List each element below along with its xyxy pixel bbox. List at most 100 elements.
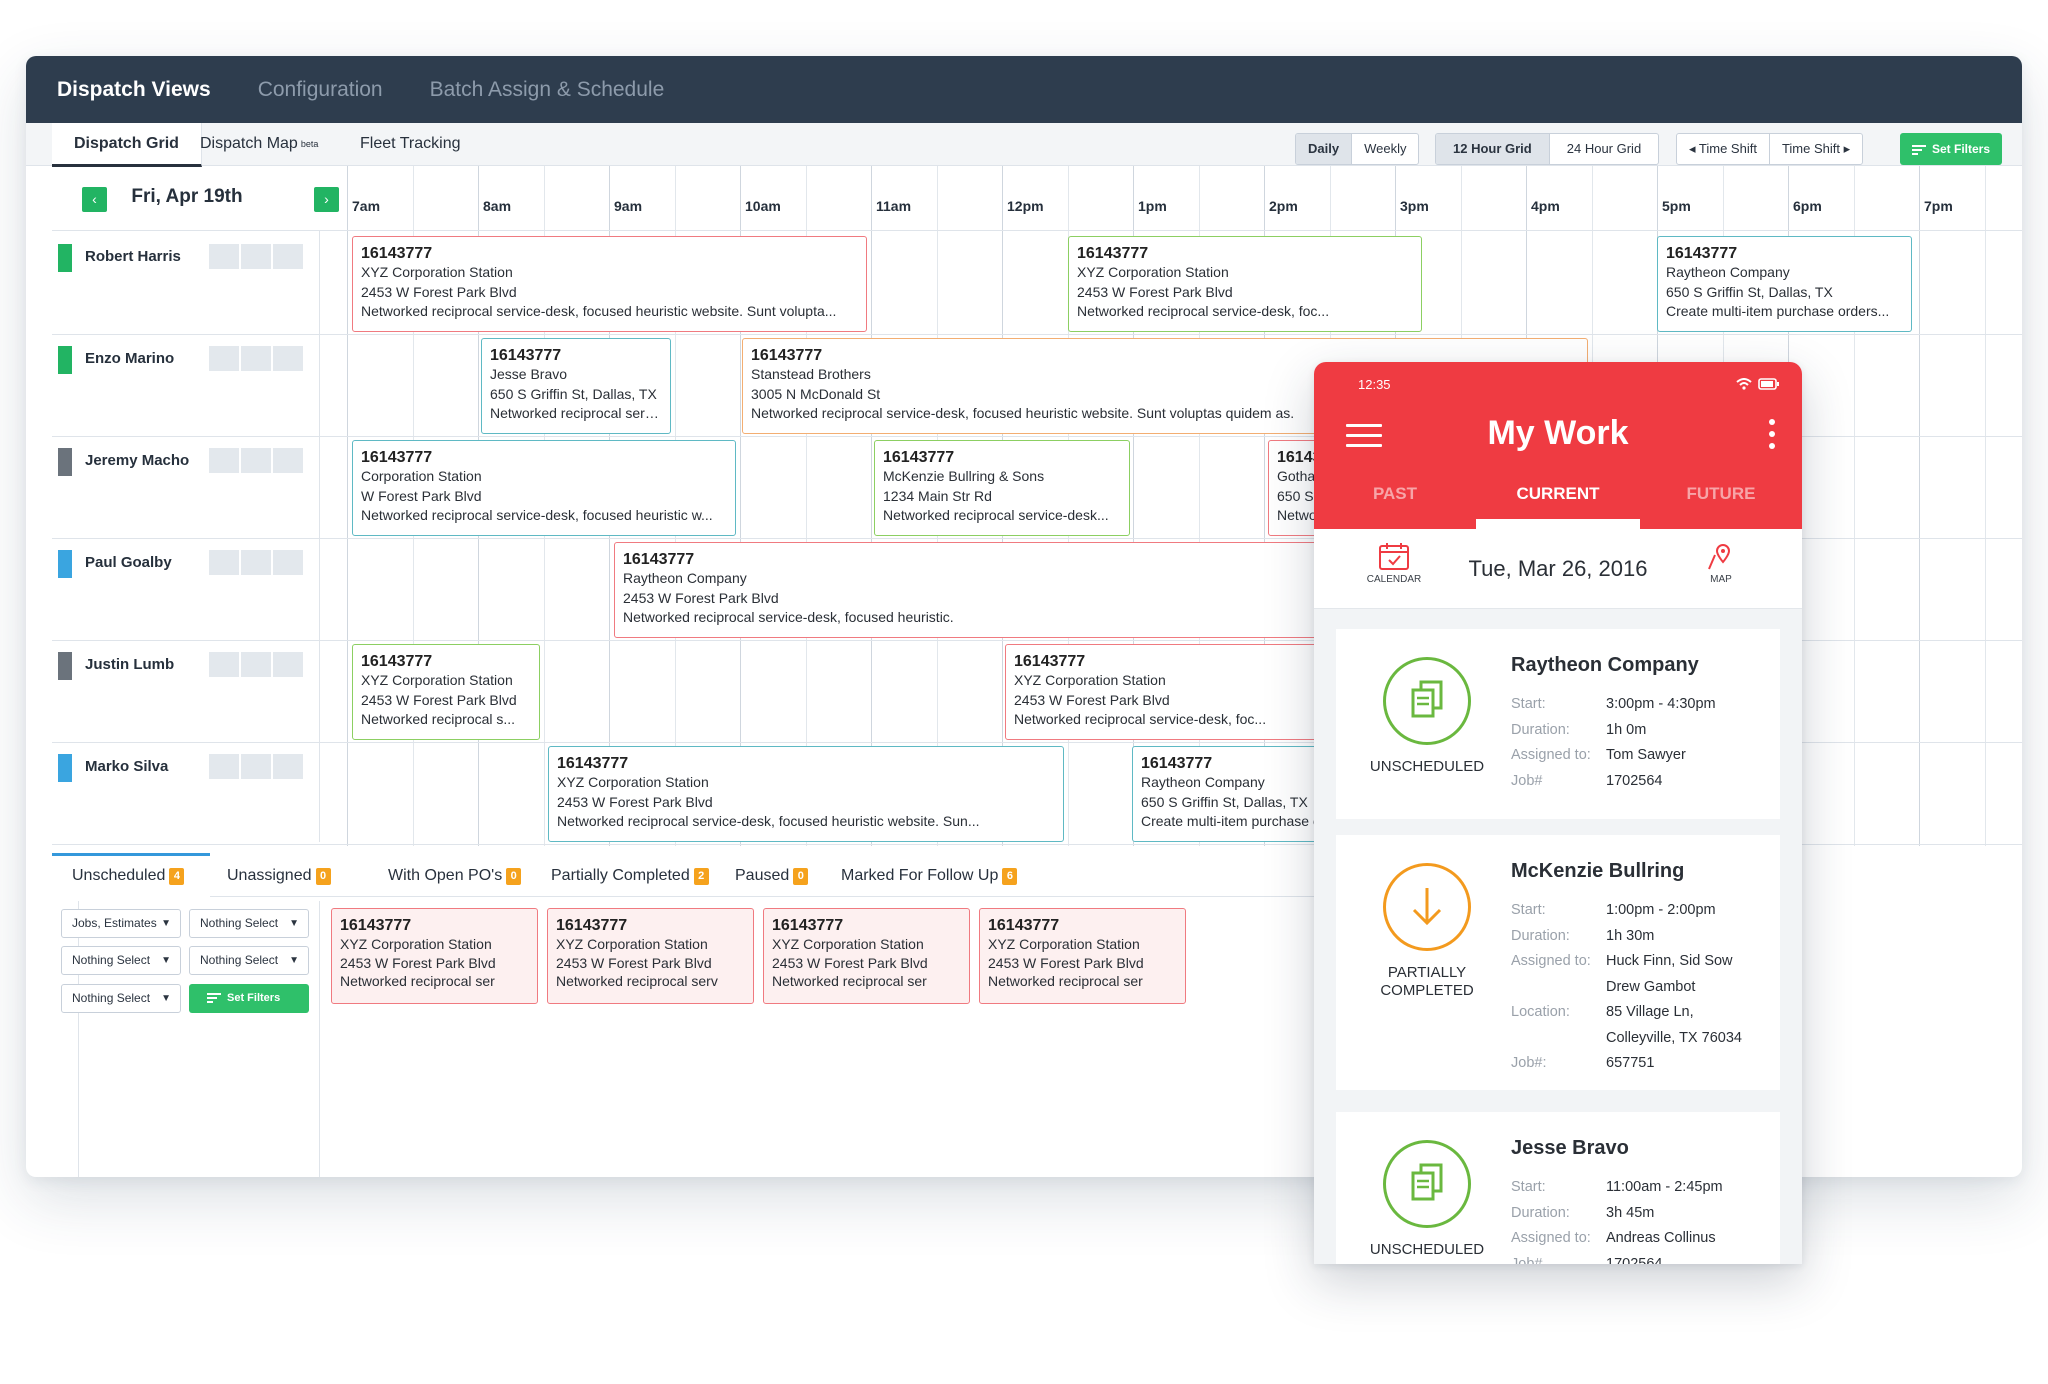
detail-value: 1h 0m <box>1606 721 1647 738</box>
detail-value: Tom Sawyer <box>1606 747 1686 763</box>
filter-select[interactable]: Nothing Select ▼ <box>61 946 181 975</box>
work-order-card[interactable]: PARTIALLY COMPLETED McKenzie Bullring Start… <box>1336 835 1780 1090</box>
job-description: Networked reciprocal service-desk, foc..… <box>1014 711 1267 727</box>
job-customer: XYZ Corporation Station <box>557 774 709 790</box>
technician-row[interactable]: Enzo Marino <box>52 332 320 434</box>
tab-dispatch-map[interactable]: Dispatch Map beta <box>200 123 318 166</box>
detail-value: 1h 30m <box>1606 927 1655 944</box>
job-customer: XYZ Corporation Station <box>1014 672 1166 688</box>
nav-batch-assign[interactable]: Batch Assign & Schedule <box>430 78 665 102</box>
detail-row: Duration: 1h 30m <box>1511 924 1654 949</box>
job-address: 1234 Main Str Rd <box>883 487 992 504</box>
tab-fleet-tracking[interactable]: Fleet Tracking <box>360 123 460 166</box>
job-address: 2453 W Forest Park Blvd <box>361 691 517 708</box>
technician-name: Paul Goalby <box>85 554 172 571</box>
detail-value: Colleyville, TX 76034 <box>1606 1029 1742 1046</box>
caret-down-icon: ▼ <box>161 918 171 929</box>
caret-down-icon: ▼ <box>161 955 171 966</box>
scheduled-job-card[interactable]: 16143777 XYZ Corporation Station 2453 W Fo… <box>548 746 1064 842</box>
status-slot <box>273 244 303 269</box>
technician-color-marker <box>58 244 72 272</box>
job-type-filter[interactable]: Jobs, Estimates ▼ <box>61 909 181 938</box>
job-number: 16143777 <box>988 917 1060 934</box>
nav-configuration[interactable]: Configuration <box>258 78 383 102</box>
tab-follow-up[interactable]: Marked For Follow Up 6 <box>841 853 1018 897</box>
status-slot <box>209 550 239 575</box>
time-shift-back-button[interactable]: ◂ Time Shift <box>1677 134 1770 164</box>
queue-set-filters-button[interactable]: Set Filters <box>189 984 309 1013</box>
job-type-value: Jobs, Estimates <box>72 916 157 930</box>
job-description: Networked reciprocal serv... <box>490 405 662 421</box>
scheduled-job-card[interactable]: 16143777 XYZ Corporation Station 2453 W Fo… <box>1005 644 1358 740</box>
filter-select[interactable]: Nothing Select ▼ <box>189 946 309 975</box>
tab-unassigned[interactable]: Unassigned 0 <box>227 853 331 897</box>
mobile-header: 12:35 My Work PAST CURRENT FUTURE <box>1314 362 1802 529</box>
nav-dispatch-views[interactable]: Dispatch Views <box>57 78 211 102</box>
hour-label: 6pm <box>1793 198 1822 214</box>
24-hour-grid-button[interactable]: 24 Hour Grid <box>1550 134 1658 164</box>
detail-key: Assigned to: <box>1511 747 1591 763</box>
weekly-button[interactable]: Weekly <box>1352 134 1418 164</box>
tab-current[interactable]: CURRENT <box>1477 484 1639 504</box>
technician-color-marker <box>58 652 72 680</box>
job-number: 16143777 <box>772 917 844 934</box>
detail-row: Location: 85 Village Ln, <box>1511 1000 1694 1025</box>
scheduled-job-card[interactable]: 16143777 XYZ Corporation Station 2453 W Fo… <box>352 644 540 740</box>
more-vertical-icon[interactable] <box>1769 419 1777 455</box>
work-order-card[interactable]: UNSCHEDULED Jesse Bravo Start: 11:00am - 2:… <box>1336 1112 1780 1264</box>
prev-day-button[interactable]: ‹ <box>82 187 107 212</box>
filter-select[interactable]: Nothing Select ▼ <box>61 984 181 1013</box>
job-number: 16143777 <box>361 449 433 466</box>
detail-row: Assigned to: Tom Sawyer <box>1511 743 1686 768</box>
tab-future[interactable]: FUTURE <box>1640 484 1802 504</box>
detail-value: Andreas Collinus <box>1606 1230 1716 1246</box>
detail-key: Job#: <box>1511 1055 1547 1071</box>
scheduled-job-card[interactable]: 16143777 XYZ Corporation Station 2453 W Fo… <box>352 236 867 332</box>
tab-past[interactable]: PAST <box>1314 484 1476 504</box>
detail-key: Assigned to: <box>1511 953 1591 969</box>
scheduled-job-card[interactable]: 16143777 Corporation Station W Forest Park… <box>352 440 736 536</box>
hour-label: 7pm <box>1924 198 1953 214</box>
job-description: Networked reciprocal service-desk, focus… <box>557 813 980 829</box>
time-shift-forward-button[interactable]: Time Shift ▸ <box>1770 134 1862 164</box>
tab-unscheduled[interactable]: Unscheduled 4 <box>52 853 210 897</box>
technician-row[interactable]: Marko Silva <box>52 740 320 842</box>
job-address: 2453 W Forest Park Blvd <box>361 283 517 300</box>
detail-key: Duration: <box>1511 1204 1570 1221</box>
unscheduled-job-card[interactable]: 16143777 XYZ Corporation Station 2453 W Fo… <box>331 908 538 1004</box>
unscheduled-job-card[interactable]: 16143777 XYZ Corporation Station 2453 W Fo… <box>547 908 754 1004</box>
scheduled-job-card[interactable]: 16143777 Jesse Bravo 650 S Griffin St, Dal… <box>481 338 671 434</box>
tab-partially-completed[interactable]: Partially Completed 2 <box>551 853 709 897</box>
set-filters-button[interactable]: Set Filters <box>1900 133 2003 165</box>
detail-row: Job# 1702564 <box>1511 769 1662 794</box>
technician-row[interactable]: Robert Harris <box>52 230 320 332</box>
job-customer: Raytheon Company <box>623 570 747 586</box>
scheduled-job-card[interactable]: 16143777 Raytheon Company 650 S Griffin St… <box>1657 236 1912 332</box>
filter-value: Nothing Select <box>72 991 151 1005</box>
job-number: 16143777 <box>557 755 629 772</box>
daily-button[interactable]: Daily <box>1296 134 1353 164</box>
tab-open-pos[interactable]: With Open PO's 0 <box>388 853 522 897</box>
scheduled-job-card[interactable]: 16143777 McKenzie Bullring & Sons 1234 Mai… <box>874 440 1130 536</box>
hour-label: 2pm <box>1269 198 1298 214</box>
unscheduled-job-card[interactable]: 16143777 XYZ Corporation Station 2453 W Fo… <box>763 908 970 1004</box>
map-button[interactable]: MAP <box>1691 541 1751 585</box>
detail-value: 657751 <box>1606 1055 1655 1071</box>
status-slot <box>209 244 239 269</box>
scheduled-job-card[interactable]: 16143777 Raytheon Company 2453 W Forest Pa… <box>614 542 1358 638</box>
technician-row[interactable]: Paul Goalby <box>52 536 320 638</box>
tab-paused[interactable]: Paused 0 <box>735 853 809 897</box>
unscheduled-job-card[interactable]: 16143777 XYZ Corporation Station 2453 W Fo… <box>979 908 1186 1004</box>
job-status: UNSCHEDULED <box>1369 1241 1485 1258</box>
tab-dispatch-grid[interactable]: Dispatch Grid <box>52 123 202 167</box>
scheduled-job-card[interactable]: 16143777 XYZ Corporation Station 2453 W Fo… <box>1068 236 1422 332</box>
12-hour-grid-button[interactable]: 12 Hour Grid <box>1436 134 1550 164</box>
filter-select[interactable]: Nothing Select ▼ <box>189 909 309 938</box>
detail-key: Location: <box>1511 1004 1570 1020</box>
active-tab-indicator <box>1476 519 1640 529</box>
work-order-card[interactable]: UNSCHEDULED Raytheon Company Start: 3:00pm … <box>1336 629 1780 819</box>
technician-row[interactable]: Jeremy Macho <box>52 434 320 536</box>
technician-row[interactable]: Justin Lumb <box>52 638 320 740</box>
next-day-button[interactable]: › <box>314 187 339 212</box>
arrow-down-circle-icon <box>1383 863 1471 951</box>
